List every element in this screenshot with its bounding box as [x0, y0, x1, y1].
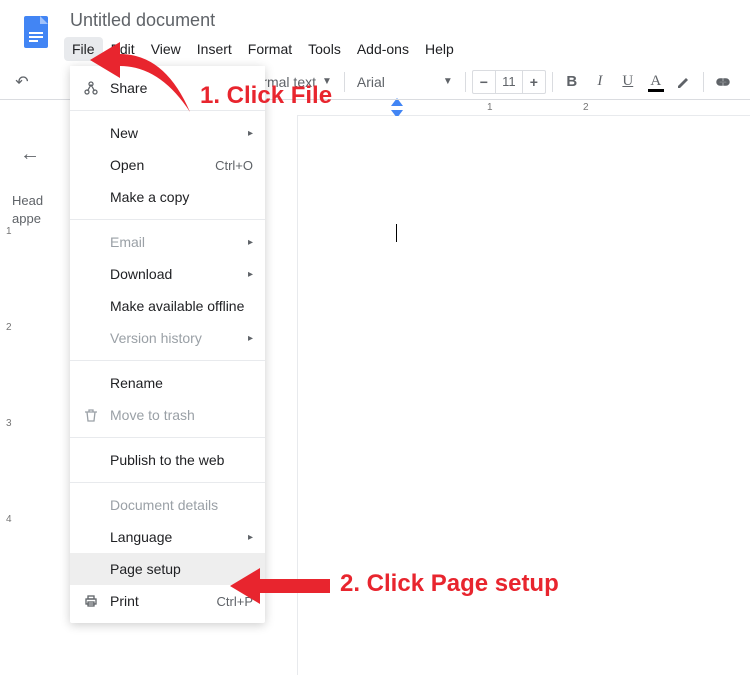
menu-item-version-history: Version history ▸	[70, 322, 265, 354]
menu-item-label: Document details	[110, 497, 218, 513]
menu-file[interactable]: File	[64, 37, 103, 61]
menu-item-label: Language	[110, 529, 172, 545]
collapse-outline-button[interactable]: ←	[12, 136, 48, 172]
menu-tools[interactable]: Tools	[300, 37, 349, 61]
menu-item-document-details: Document details	[70, 489, 265, 521]
italic-button[interactable]: I	[587, 69, 613, 95]
keyboard-shortcut: Ctrl+P	[217, 594, 253, 609]
separator	[552, 72, 553, 92]
link-button[interactable]	[710, 69, 736, 95]
menu-item-page-setup[interactable]: Page setup	[70, 553, 265, 585]
menu-item-make-available-offline[interactable]: Make available offline	[70, 290, 265, 322]
text-color-button[interactable]: A	[643, 69, 669, 95]
menu-item-email: Email ▸	[70, 226, 265, 258]
undo-button[interactable]: ↶	[8, 68, 36, 96]
menu-item-label: Make a copy	[110, 189, 189, 205]
menu-separator	[70, 437, 265, 438]
menu-edit[interactable]: Edit	[103, 37, 143, 61]
menu-separator	[70, 482, 265, 483]
menu-item-label: Email	[110, 234, 145, 250]
menu-item-share[interactable]: Share	[70, 72, 265, 104]
menu-item-label: Page setup	[110, 561, 181, 577]
menu-addons[interactable]: Add-ons	[349, 37, 417, 61]
menu-view[interactable]: View	[143, 37, 189, 61]
separator	[344, 72, 345, 92]
font-size-input[interactable]: 11	[495, 71, 523, 93]
file-menu-dropdown: ShareNew▸OpenCtrl+OMake a copyEmail▸Down…	[70, 66, 265, 623]
text-cursor	[396, 224, 397, 242]
menu-item-move-to-trash: Move to trash	[70, 399, 265, 431]
menu-item-new[interactable]: New ▸	[70, 117, 265, 149]
menu-item-label: Open	[110, 157, 144, 173]
menu-item-label: Rename	[110, 375, 163, 391]
trash-icon	[82, 406, 100, 424]
bold-button[interactable]: B	[559, 69, 585, 95]
menu-help[interactable]: Help	[417, 37, 462, 61]
menu-separator	[70, 360, 265, 361]
menu-item-language[interactable]: Language ▸	[70, 521, 265, 553]
submenu-arrow-icon: ▸	[248, 237, 253, 248]
menu-item-label: Publish to the web	[110, 452, 224, 468]
submenu-arrow-icon: ▸	[248, 128, 253, 139]
menu-item-label: New	[110, 125, 138, 141]
ruler-mark: 2	[583, 102, 589, 113]
outline-placeholder: Head appe	[8, 192, 52, 228]
menu-item-open[interactable]: Open Ctrl+O	[70, 149, 265, 181]
decrease-font-button[interactable]: −	[473, 71, 495, 93]
document-title[interactable]: Untitled document	[64, 8, 750, 35]
menu-item-label: Share	[110, 80, 147, 96]
menu-item-label: Download	[110, 266, 172, 282]
document-page[interactable]	[297, 116, 750, 675]
menu-separator	[70, 219, 265, 220]
menu-item-label: Version history	[110, 330, 202, 346]
menu-item-make-a-copy[interactable]: Make a copy	[70, 181, 265, 213]
menu-item-download[interactable]: Download ▸	[70, 258, 265, 290]
increase-font-button[interactable]: +	[523, 71, 545, 93]
highlight-button[interactable]	[671, 69, 697, 95]
menu-item-label: Move to trash	[110, 407, 195, 423]
underline-button[interactable]: U	[615, 69, 641, 95]
menu-item-print[interactable]: Print Ctrl+P	[70, 585, 265, 617]
separator	[703, 72, 704, 92]
docs-logo[interactable]	[16, 12, 56, 52]
share-icon	[82, 79, 100, 97]
keyboard-shortcut: Ctrl+O	[215, 158, 253, 173]
menu-item-publish-to-the-web[interactable]: Publish to the web	[70, 444, 265, 476]
font-size-group: − 11 +	[472, 70, 546, 94]
submenu-arrow-icon: ▸	[248, 532, 253, 543]
menubar: FileEditViewInsertFormatToolsAdd-onsHelp	[64, 35, 750, 61]
menu-item-label: Make available offline	[110, 298, 244, 314]
ruler-mark: 1	[487, 102, 493, 113]
menu-format[interactable]: Format	[240, 37, 300, 61]
menu-separator	[70, 110, 265, 111]
horizontal-ruler: 12	[297, 100, 750, 116]
separator	[465, 72, 466, 92]
menu-insert[interactable]: Insert	[189, 37, 240, 61]
submenu-arrow-icon: ▸	[248, 333, 253, 344]
menu-item-rename[interactable]: Rename	[70, 367, 265, 399]
outline-panel: ← Head appe	[0, 100, 60, 675]
menu-item-label: Print	[110, 593, 139, 609]
print-icon	[82, 592, 100, 610]
font-dropdown[interactable]: Arial▼	[351, 69, 459, 95]
submenu-arrow-icon: ▸	[248, 269, 253, 280]
